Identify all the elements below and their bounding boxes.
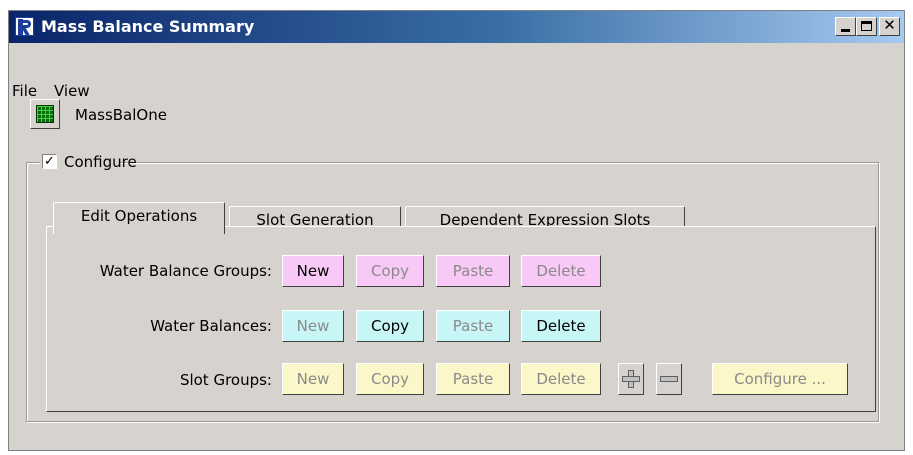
wb-new-button[interactable]: New <box>282 310 344 342</box>
tab-edit-operations[interactable]: Edit Operations <box>53 202 225 234</box>
water-balances-label: Water Balances: <box>150 317 272 335</box>
wbg-copy-button[interactable]: Copy <box>356 255 424 287</box>
wbg-delete-button[interactable]: Delete <box>521 255 601 287</box>
wbg-new-button[interactable]: New <box>282 255 344 287</box>
sg-configure-button[interactable]: Configure ... <box>712 363 848 395</box>
slot-groups-label: Slot Groups: <box>179 371 272 389</box>
menu-view[interactable]: View <box>54 82 90 100</box>
add-slot-group-button[interactable] <box>618 363 644 395</box>
sg-paste-button[interactable]: Paste <box>436 363 510 395</box>
tab-label: Edit Operations <box>80 207 198 225</box>
wb-paste-button[interactable]: Paste <box>436 310 510 342</box>
sg-delete-button[interactable]: Delete <box>521 363 601 395</box>
configure-legend: ✓ Configure <box>40 151 137 173</box>
object-name: MassBalOne <box>75 106 167 124</box>
configure-checkbox[interactable]: ✓ <box>42 154 57 169</box>
menu-file[interactable]: File <box>12 82 37 100</box>
remove-slot-group-button[interactable] <box>656 363 682 395</box>
open-object-button[interactable] <box>30 99 60 129</box>
sg-copy-button[interactable]: Copy <box>356 363 424 395</box>
wb-delete-button[interactable]: Delete <box>521 310 601 342</box>
menu-bar: File View <box>0 34 895 100</box>
close-icon: ✕ <box>883 16 896 34</box>
plus-icon-bar <box>622 376 640 382</box>
minimize-icon <box>841 29 850 32</box>
wb-copy-button[interactable]: Copy <box>356 310 424 342</box>
configure-label: Configure <box>64 153 137 171</box>
sg-new-button[interactable]: New <box>282 363 344 395</box>
minus-icon <box>660 376 678 382</box>
checkmark-icon: ✓ <box>44 154 55 169</box>
water-balance-groups-label: Water Balance Groups: <box>99 262 272 280</box>
grid-icon <box>36 105 54 123</box>
maximize-icon <box>861 21 872 31</box>
wbg-paste-button[interactable]: Paste <box>436 255 510 287</box>
